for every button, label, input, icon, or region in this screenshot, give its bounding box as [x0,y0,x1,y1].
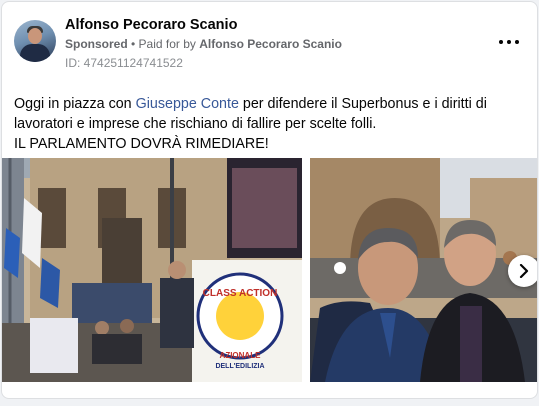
carousel-photo-1[interactable]: CLASS ACTION AZIONALE DELL'EDILIZIA [2,158,302,382]
post-text-headline: IL PARLAMENTO DOVRÀ RIMEDIARE! [14,136,269,152]
banner-text-3: DELL'EDILIZIA [215,363,264,370]
more-options-icon[interactable] [496,32,522,52]
separator: • [127,37,139,51]
ad-id: ID: 474251124741522 [65,56,183,70]
paid-for-name: Alfonso Pecoraro Scanio [199,37,342,51]
chevron-right-icon[interactable] [508,255,537,287]
sponsored-label[interactable]: Sponsored [65,37,128,51]
mention-link[interactable]: Giuseppe Conte [136,96,239,112]
ad-card: Alfonso Pecoraro Scanio Sponsored • Paid… [1,1,538,399]
paid-for-prefix: Paid for by [138,37,200,51]
post-text: Oggi in piazza con Giuseppe Conte per di… [14,94,529,154]
post-text-start: Oggi in piazza con [14,96,136,112]
banner-text-2: AZIONALE [220,351,262,360]
carousel-photo-2[interactable] [310,158,537,382]
banner-text-1: CLASS ACTION [203,288,278,299]
author-name[interactable]: Alfonso Pecoraro Scanio [65,17,237,33]
sponsor-line: Sponsored • Paid for by Alfonso Pecoraro… [65,37,342,51]
avatar[interactable] [14,20,56,62]
